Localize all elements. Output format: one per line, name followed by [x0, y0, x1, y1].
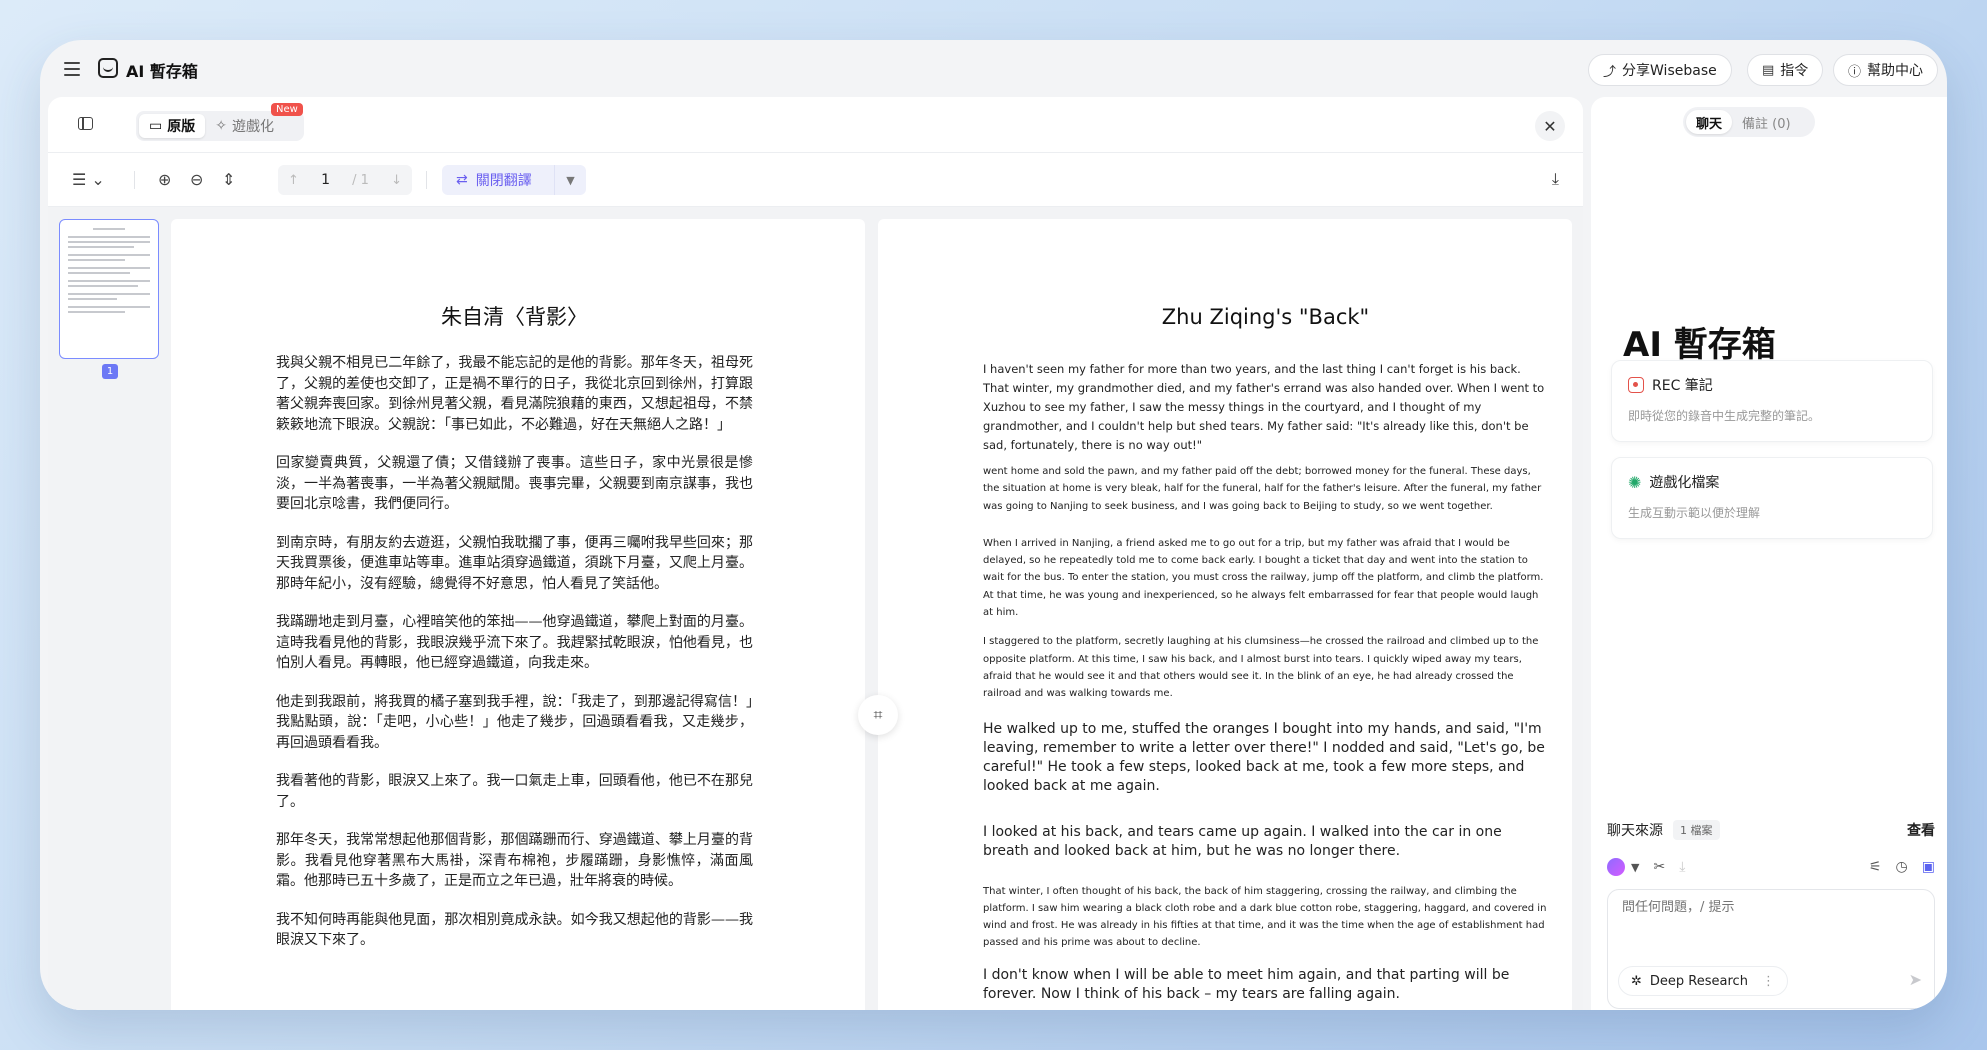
- original-paragraph: 他走到我跟前，將我買的橘子塞到我手裡，說：「我走了，到那邊記得寫信！」我點點頭，…: [276, 693, 753, 751]
- document-reader: ▭ 原版 ✧ 遊戲化 New ✕ ☰ ⌄ ⊕ ⊖ ⇕ ↑ 1 / 1 ↓ ⇄ 關…: [48, 97, 1583, 1010]
- more-options-icon[interactable]: ⋮: [1762, 974, 1775, 989]
- translated-paragraph: When I arrived in Nanjing, a friend aske…: [983, 537, 1544, 619]
- assistant-panel: 聊天 備註 (0) AI 暫存箱 REC 筆記 即時從您的錄音中生成完整的筆記。…: [1591, 97, 1947, 1010]
- share-icon: ⤴: [1603, 64, 1617, 80]
- model-icon[interactable]: [1607, 858, 1625, 876]
- original-paragraph: 我蹣跚地走到月臺，心裡暗笑他的笨拙——他穿過鐵道，攀爬上對面的月臺。這時我看見他…: [276, 614, 753, 671]
- translated-paragraph: I looked at his back, and tears came up …: [983, 823, 1502, 859]
- translated-paragraph: I staggered to the platform, secretly la…: [983, 636, 1539, 700]
- new-badge: New: [271, 103, 303, 116]
- reader-header: ▭ 原版 ✧ 遊戲化 New ✕: [48, 97, 1583, 153]
- chat-tools: ▼ ✂ ⤓ ⚟ ◷ ▣: [1607, 853, 1935, 881]
- zoom-out-icon[interactable]: ⊖: [190, 170, 203, 189]
- history-icon[interactable]: ◷: [1896, 859, 1908, 875]
- original-title: 朱自清〈背影〉: [441, 305, 588, 329]
- original-paragraph: 我看著他的背影，眼淚又上來了。我一口氣走上車，回頭看他，他已不在那兒了。: [276, 773, 753, 810]
- chat-input[interactable]: [1622, 900, 1912, 915]
- translated-page: Zhu Ziqing's "Back" I haven't seen my fa…: [878, 219, 1572, 1010]
- scissors-icon[interactable]: ✂: [1653, 859, 1665, 875]
- chat-source-label: 聊天來源: [1607, 823, 1663, 839]
- chat-source-row: 聊天來源 1 檔案 查看: [1607, 815, 1935, 845]
- translated-paragraph: That winter, I often thought of his back…: [983, 885, 1547, 949]
- download-icon[interactable]: ⤓: [1679, 859, 1685, 875]
- scan-compare-icon[interactable]: ⌗: [858, 695, 898, 735]
- fit-height-icon[interactable]: ⇕: [222, 170, 235, 189]
- menu-icon[interactable]: [64, 62, 80, 76]
- translated-paragraph: He walked up to me, stuffed the oranges …: [983, 720, 1545, 794]
- tab-chat[interactable]: 聊天: [1686, 110, 1733, 134]
- translate-icon: ⇄: [456, 172, 468, 188]
- file-icon: ▭: [149, 118, 163, 134]
- original-paragraph: 那年冬天，我常常想起他那個背影，那個蹣跚而行、穿過鐵道、攀上月臺的背影。我看見他…: [276, 832, 753, 889]
- view-sources-link[interactable]: 查看: [1907, 820, 1935, 840]
- new-chat-icon[interactable]: ▣: [1922, 859, 1935, 875]
- deep-research-button[interactable]: ✲ Deep Research ⋮: [1618, 966, 1788, 996]
- assistant-title: AI 暫存箱: [1623, 325, 1776, 365]
- original-page: 朱自清〈背影〉 我與父親不相見已二年餘了，我最不能忘記的是他的背影。那年冬天，祖…: [171, 219, 865, 1010]
- original-paragraph: 我不知何時再能與他見面，那次相別竟成永訣。如今我又想起他的背影——我眼淚又下來了…: [276, 911, 753, 949]
- original-paragraph: 回家變賣典質，父親還了債；又借錢辦了喪事。這些日子，家中光景很是慘淡，一半為著喪…: [276, 455, 753, 512]
- translated-paragraph: I haven't seen my father for more than t…: [983, 362, 1545, 452]
- translated-title: Zhu Ziqing's "Back": [1161, 305, 1370, 329]
- commands-button[interactable]: ▤ 指令: [1747, 54, 1824, 86]
- record-icon: [1628, 377, 1644, 393]
- top-bar: AI 暫存箱 ⤴ 分享Wisebase ▤ 指令 ⓘ 幫助中心: [40, 40, 1947, 100]
- deep-research-icon: ✲: [1631, 973, 1642, 989]
- rec-notes-card[interactable]: REC 筆記 即時從您的錄音中生成完整的筆記。: [1611, 360, 1933, 442]
- close-icon[interactable]: ✕: [1535, 111, 1565, 141]
- translated-paragraph: went home and sold the pawn, and my fath…: [983, 466, 1542, 512]
- reader-body: 1 朱自清〈背影〉 我與父親不相見已二年餘了，我最不能忘記的是他的背影。那年冬天…: [48, 207, 1583, 1010]
- sparkle-icon: ✧: [215, 118, 227, 134]
- help-icon: ⓘ: [1848, 64, 1862, 80]
- download-icon[interactable]: ⤓: [1552, 169, 1559, 189]
- send-icon[interactable]: ➤: [1909, 970, 1922, 989]
- app-title: AI 暫存箱: [126, 62, 198, 81]
- sidebar-toggle-icon[interactable]: [78, 117, 93, 130]
- translated-paragraph: I don't know when I will be able to meet…: [983, 966, 1510, 1002]
- settings-sliders-icon[interactable]: ⚟: [1869, 859, 1882, 875]
- help-center-button[interactable]: ⓘ 幫助中心: [1833, 54, 1939, 86]
- chat-composer: ✲ Deep Research ⋮ ➤: [1607, 889, 1935, 1009]
- assistant-tabs: 聊天 備註 (0): [1683, 107, 1815, 137]
- outline-menu-icon[interactable]: ☰ ⌄: [72, 170, 105, 189]
- tab-notes[interactable]: 備註 (0): [1732, 110, 1801, 134]
- sparkle-icon: ✺: [1628, 472, 1642, 492]
- command-icon: ▤: [1762, 62, 1775, 78]
- chevron-down-icon[interactable]: ▼: [554, 165, 586, 195]
- inbox-icon: [98, 58, 118, 78]
- share-wisebase-button[interactable]: ⤴ 分享Wisebase: [1588, 54, 1732, 86]
- tab-original[interactable]: ▭ 原版: [139, 114, 206, 138]
- original-paragraph: 到南京時，有朋友約去遊逛，父親怕我耽擱了事，便再三囑咐我早些回來；那天我買票後，…: [276, 534, 753, 592]
- zoom-in-icon[interactable]: ⊕: [158, 170, 171, 189]
- app-window: AI 暫存箱 ⤴ 分享Wisebase ▤ 指令 ⓘ 幫助中心 ▭ 原版 ✧ 遊…: [40, 40, 1947, 1010]
- prev-page-icon[interactable]: ↑: [288, 173, 299, 188]
- next-page-icon[interactable]: ↓: [391, 173, 402, 188]
- translate-toggle[interactable]: ⇄ 關閉翻譯 ▼: [442, 165, 586, 195]
- current-page[interactable]: 1: [321, 172, 330, 188]
- reader-toolbar: ☰ ⌄ ⊕ ⊖ ⇕ ↑ 1 / 1 ↓ ⇄ 關閉翻譯 ▼ ⤓: [48, 153, 1583, 207]
- chevron-down-icon[interactable]: ▼: [1631, 861, 1639, 874]
- source-count-badge: 1 檔案: [1673, 820, 1720, 840]
- total-pages: / 1: [352, 172, 369, 188]
- thumbnail-page-number: 1: [102, 364, 118, 379]
- gamify-file-card[interactable]: ✺ 遊戲化檔案 生成互動示範以便於理解: [1611, 457, 1933, 539]
- tab-gamified[interactable]: ✧ 遊戲化: [205, 114, 284, 138]
- original-paragraph: 我與父親不相見已二年餘了，我最不能忘記的是他的背影。那年冬天，祖母死了，父親的差…: [276, 355, 753, 433]
- page-navigator: ↑ 1 / 1 ↓: [278, 165, 412, 195]
- page-thumbnail[interactable]: [59, 219, 159, 359]
